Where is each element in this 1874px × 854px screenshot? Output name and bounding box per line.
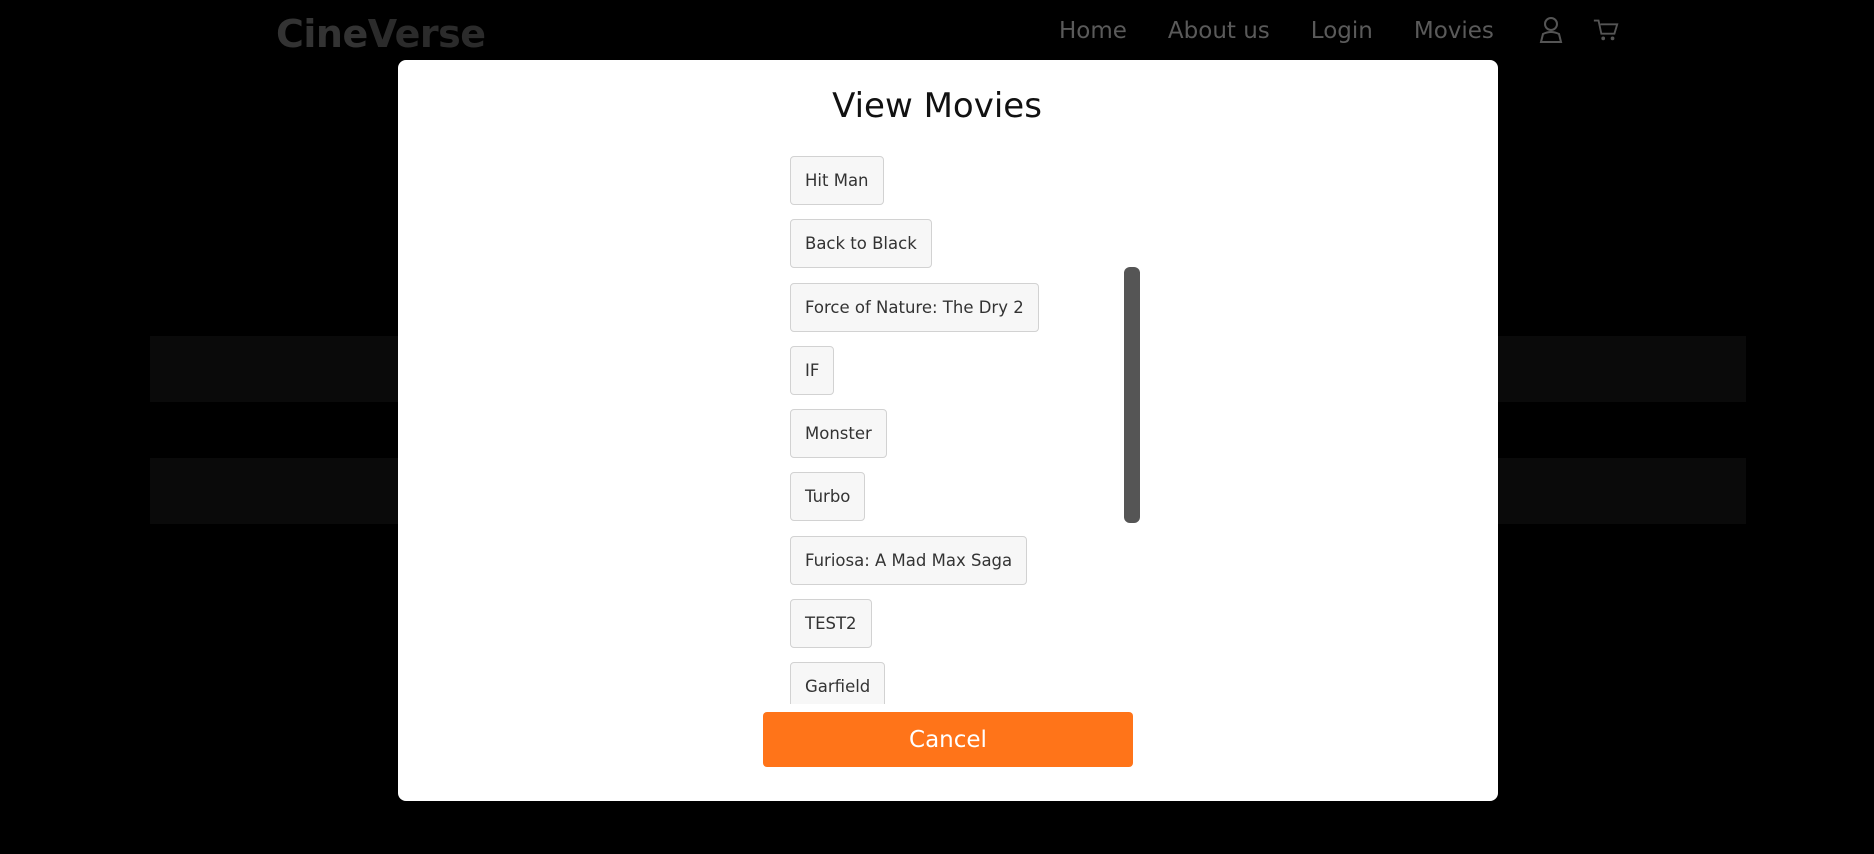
modal-title: View Movies xyxy=(832,86,1042,126)
movie-item[interactable]: Furiosa: A Mad Max Saga xyxy=(790,536,1028,585)
main-nav: Home About us Login Movies xyxy=(1059,18,1535,44)
movie-item[interactable]: IF xyxy=(790,346,835,395)
nav-login[interactable]: Login xyxy=(1311,18,1373,44)
nav-home[interactable]: Home xyxy=(1059,18,1127,44)
logo-part-2: Verse xyxy=(367,12,486,56)
cart-icon[interactable] xyxy=(1592,14,1620,44)
cancel-button[interactable]: Cancel xyxy=(763,712,1133,767)
site-logo[interactable]: CineVerse xyxy=(276,12,486,56)
user-icon[interactable] xyxy=(1537,14,1565,44)
movie-item[interactable]: Hit Man xyxy=(790,156,884,205)
movie-item[interactable]: Garfield xyxy=(790,662,886,704)
movie-item[interactable]: Back to Black xyxy=(790,219,932,268)
movie-item[interactable]: Turbo xyxy=(790,472,866,521)
movie-item[interactable]: Monster xyxy=(790,409,887,458)
movie-list[interactable]: Hit Man Back to Black Force of Nature: T… xyxy=(790,156,1140,704)
nav-movies[interactable]: Movies xyxy=(1414,18,1494,44)
nav-about[interactable]: About us xyxy=(1168,18,1270,44)
movie-item[interactable]: Force of Nature: The Dry 2 xyxy=(790,283,1039,332)
scrollbar-thumb[interactable] xyxy=(1124,267,1140,523)
logo-part-1: Cine xyxy=(276,12,368,56)
movie-item[interactable]: TEST2 xyxy=(790,599,872,648)
